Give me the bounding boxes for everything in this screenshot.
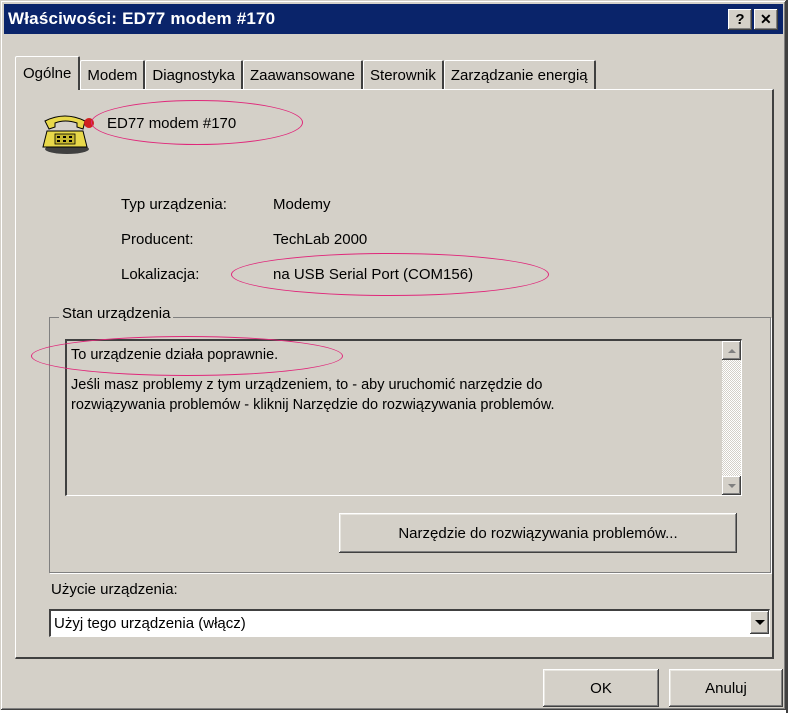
arrow-up-icon xyxy=(727,348,736,353)
usage-dropdown[interactable]: Użyj tego urządzenia (włącz) xyxy=(49,609,770,637)
tab-label: Sterownik xyxy=(370,67,436,84)
tab-label: Zarządzanie energią xyxy=(450,67,588,84)
tab-advanced[interactable]: Zaawansowane xyxy=(242,60,364,90)
troubleshoot-button[interactable]: Narzędzie do rozwiązywania problemów... xyxy=(339,513,737,553)
scroll-up-button[interactable] xyxy=(722,341,741,360)
device-type-value: Modemy xyxy=(273,196,331,213)
usage-label: Użycie urządzenia: xyxy=(51,581,178,598)
tab-label: Diagnostyka xyxy=(152,67,235,84)
ok-button-label: OK xyxy=(590,679,612,697)
tab-label: Modem xyxy=(87,67,138,84)
troubleshoot-button-label: Narzędzie do rozwiązywania problemów... xyxy=(398,524,678,542)
cancel-button[interactable]: Anuluj xyxy=(669,669,783,707)
tab-modem[interactable]: Modem xyxy=(80,60,146,90)
status-scrollbar[interactable] xyxy=(722,341,741,495)
status-textbox[interactable]: To urządzenie działa poprawnie. Jeśli ma… xyxy=(65,339,742,496)
usage-selected-value: Użyj tego urządzenia (włącz) xyxy=(54,615,246,632)
manufacturer-value: TechLab 2000 xyxy=(273,231,368,248)
tab-power-management[interactable]: Zarządzanie energią xyxy=(443,60,596,90)
help-button[interactable]: ? xyxy=(728,9,752,30)
tab-driver[interactable]: Sterownik xyxy=(363,60,444,90)
cancel-button-label: Anuluj xyxy=(705,679,747,697)
device-name: ED77 modem #170 xyxy=(107,115,237,132)
tab-diagnostics[interactable]: Diagnostyka xyxy=(145,60,243,90)
window-shadow xyxy=(786,0,788,713)
location-value: na USB Serial Port (COM156) xyxy=(273,266,474,283)
close-icon: ✕ xyxy=(760,11,772,27)
status-line-ok: To urządzenie działa poprawnie. xyxy=(71,347,279,363)
tab-strip: Ogólne Modem Diagnostyka Zaawansowane St… xyxy=(15,56,596,90)
tab-label: Ogólne xyxy=(23,65,72,82)
window-title: Właściwości: ED77 modem #170 xyxy=(8,9,276,28)
properties-dialog: Właściwości: ED77 modem #170 ? ✕ Ogólne … xyxy=(0,0,786,710)
status-line-help-2: rozwiązywania problemów - kliknij Narzęd… xyxy=(71,397,555,413)
close-button[interactable]: ✕ xyxy=(754,9,778,30)
dropdown-button[interactable] xyxy=(750,611,769,634)
manufacturer-label: Producent: xyxy=(121,231,194,248)
help-icon: ? xyxy=(735,11,745,28)
tab-label: Zaawansowane xyxy=(249,67,356,84)
title-bar[interactable]: Właściwości: ED77 modem #170 ? ✕ xyxy=(4,4,783,34)
status-group-caption: Stan urządzenia xyxy=(59,305,174,322)
location-label: Lokalizacja: xyxy=(121,266,200,283)
status-line-help-1: Jeśli masz problemy z tym urządzeniem, t… xyxy=(71,377,543,393)
tab-general[interactable]: Ogólne xyxy=(15,56,81,90)
device-type-label: Typ urządzenia: xyxy=(121,196,227,213)
arrow-down-icon xyxy=(727,483,736,488)
chevron-down-icon xyxy=(754,620,765,625)
telephone-icon xyxy=(37,109,95,155)
ok-button[interactable]: OK xyxy=(543,669,659,707)
scroll-down-button[interactable] xyxy=(722,476,741,495)
